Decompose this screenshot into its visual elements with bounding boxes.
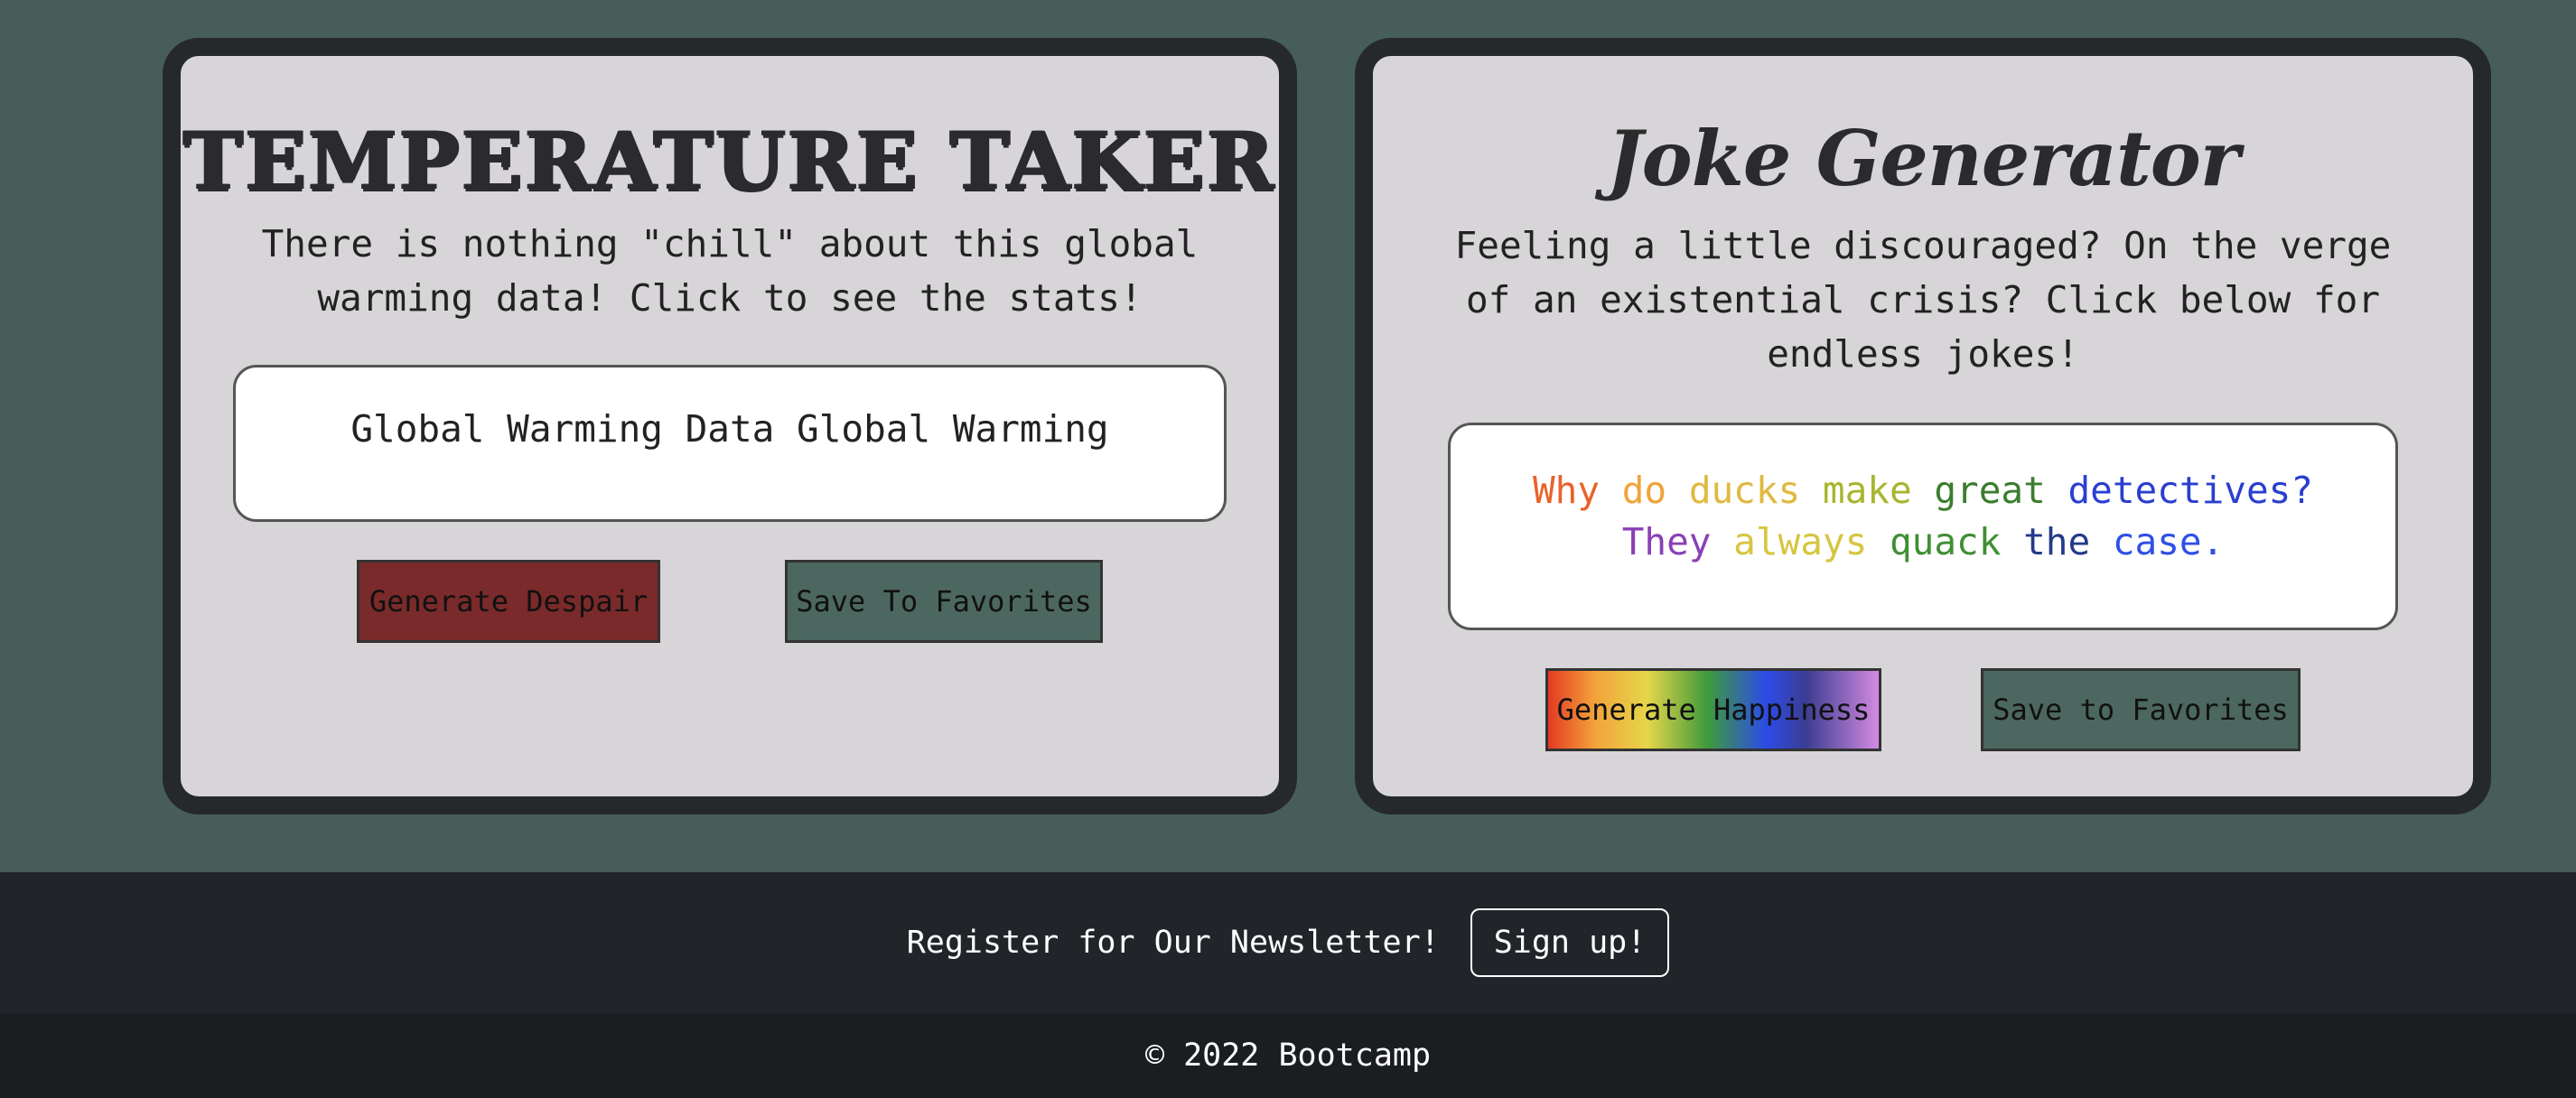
newsletter-text: Register for Our Newsletter! <box>906 925 1440 961</box>
generate-happiness-button[interactable]: Generate Happiness <box>1545 668 1881 751</box>
joke-word: great <box>1934 469 2046 512</box>
sign-up-button[interactable]: Sign up! <box>1470 908 1670 977</box>
copyright-text: © 2022 Bootcamp <box>1144 1038 1432 1074</box>
temperature-title: TEMPERATURE TAKER <box>183 114 1276 208</box>
generate-despair-button[interactable]: Generate Despair <box>357 560 660 643</box>
joke-card: Joke Generator Feeling a little discoura… <box>1355 38 2491 814</box>
joke-word: make <box>1822 469 1912 512</box>
newsletter-bar: Register for Our Newsletter! Sign up! <box>0 872 2576 1013</box>
joke-word: quack <box>1889 520 2002 563</box>
joke-word: Why <box>1533 469 1601 512</box>
joke-word: the <box>2023 520 2091 563</box>
joke-word: always <box>1733 520 1868 563</box>
temperature-output: Global Warming Data Global Warming <box>233 365 1227 522</box>
joke-button-row: Generate Happiness Save to Favorites <box>1373 668 2473 751</box>
joke-word: ducks <box>1688 469 1801 512</box>
temperature-card: TEMPERATURE TAKER There is nothing "chil… <box>163 38 1297 814</box>
joke-word: They <box>1621 520 1712 563</box>
joke-word: do <box>1621 469 1667 512</box>
joke-word: detectives? <box>2067 469 2313 512</box>
save-joke-favorites-button[interactable]: Save to Favorites <box>1981 668 2301 751</box>
joke-title: Joke Generator <box>1606 114 2240 203</box>
temperature-description: There is nothing "chill" about this glob… <box>261 222 1199 320</box>
joke-description: Feeling a little discouraged? On the ver… <box>1454 224 2392 376</box>
save-temperature-favorites-button[interactable]: Save To Favorites <box>785 560 1103 643</box>
joke-word: case. <box>2112 520 2225 563</box>
temperature-button-row: Generate Despair Save To Favorites <box>181 560 1279 643</box>
joke-output: Why do ducks make great detectives? They… <box>1448 423 2398 630</box>
footer: © 2022 Bootcamp <box>0 1013 2576 1098</box>
